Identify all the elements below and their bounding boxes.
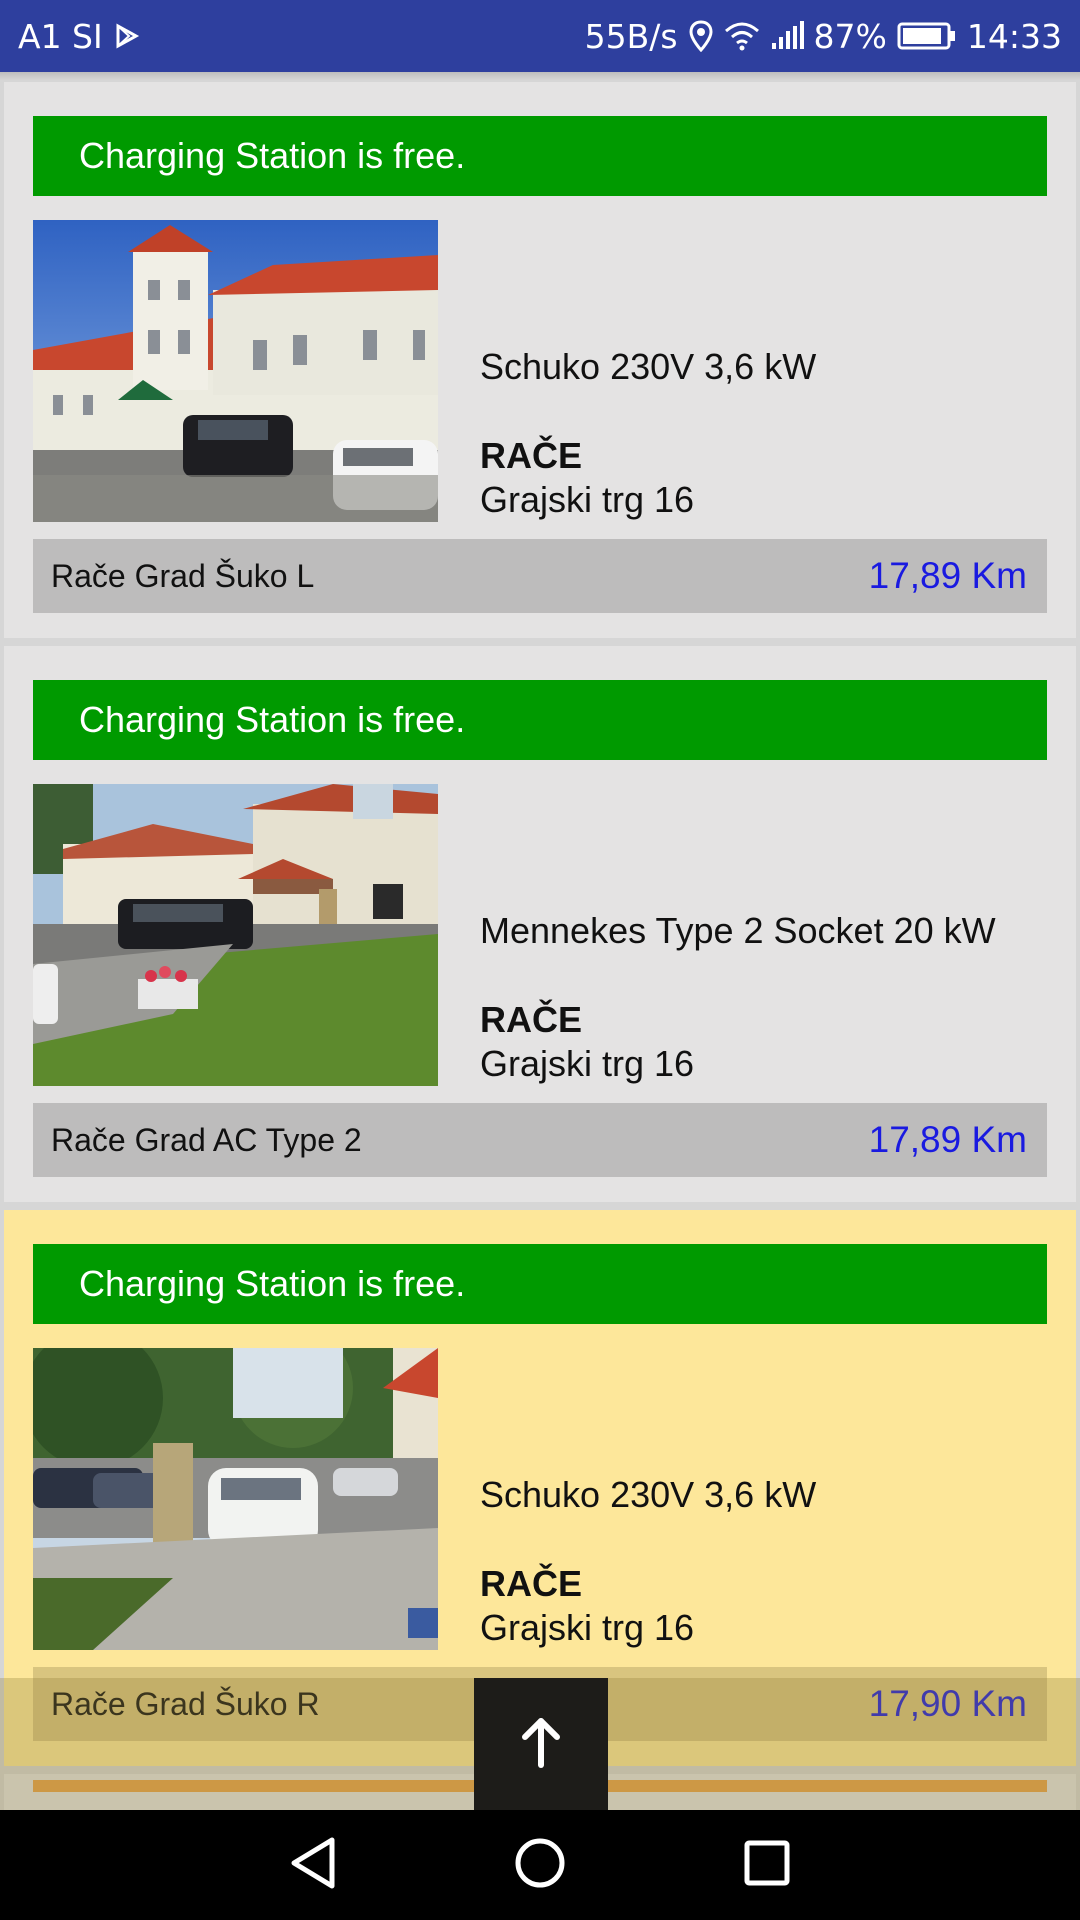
status-banner: Charging Station is free. [33,116,1047,196]
play-store-icon [113,22,141,50]
station-photo [33,784,438,1086]
station-info: Schuko 230V 3,6 kW RAČE Grajski trg 16 [480,220,1050,522]
arrow-up-icon [519,1715,563,1774]
home-button[interactable] [495,1820,585,1910]
list-top-shadow [0,72,1080,80]
back-button[interactable] [268,1820,358,1910]
station-distance: 17,89 Km [868,555,1027,596]
station-name: Rače Grad Šuko L [51,557,315,594]
battery-icon [897,21,957,51]
station-street: Grajski trg 16 [480,479,695,520]
recents-button[interactable] [722,1820,812,1910]
carrier-label: A1 SI [18,16,103,56]
wifi-icon [724,21,760,51]
connector-type: Schuko 230V 3,6 kW [480,1474,817,1515]
station-street: Grajski trg 16 [480,1607,695,1648]
scroll-to-top-button[interactable] [474,1678,608,1810]
station-card[interactable]: Charging Station is free. [4,82,1076,638]
connector-type: Schuko 230V 3,6 kW [480,346,817,387]
battery-percent: 87% [813,16,887,56]
back-icon [288,1836,338,1895]
station-name: Rače Grad AC Type 2 [51,1121,362,1158]
station-photo [33,220,438,522]
station-footer: Rače Grad AC Type 2 17,89 Km [33,1103,1047,1177]
station-info: Mennekes Type 2 Socket 20 kW RAČE Grajsk… [480,784,1050,1086]
station-info: Schuko 230V 3,6 kW RAČE Grajski trg 16 [480,1348,1050,1650]
home-icon [513,1836,567,1895]
navigation-bar [0,1810,1080,1920]
status-bar: A1 SI 55B/s 87% 14:33 [0,0,1080,72]
station-city: RAČE [480,1563,583,1604]
clock: 14:33 [966,16,1062,56]
recents-icon [742,1838,792,1893]
station-list[interactable]: Charging Station is free. Schuko 230V 3,… [0,72,1080,1810]
station-distance: 17,89 Km [868,1119,1027,1160]
connector-type: Mennekes Type 2 Socket 20 kW [480,910,996,951]
location-icon [688,20,714,52]
signal-icon [770,21,804,51]
status-banner: Charging Station is free. [33,680,1047,760]
station-city: RAČE [480,999,583,1040]
station-footer: Rače Grad Šuko L 17,89 Km [33,539,1047,613]
station-street: Grajski trg 16 [480,1043,695,1084]
station-city: RAČE [480,435,583,476]
station-photo [33,1348,438,1650]
status-banner: Charging Station is free. [33,1244,1047,1324]
net-speed: 55B/s [584,16,678,56]
station-card[interactable]: Charging Station is free. [4,646,1076,1202]
